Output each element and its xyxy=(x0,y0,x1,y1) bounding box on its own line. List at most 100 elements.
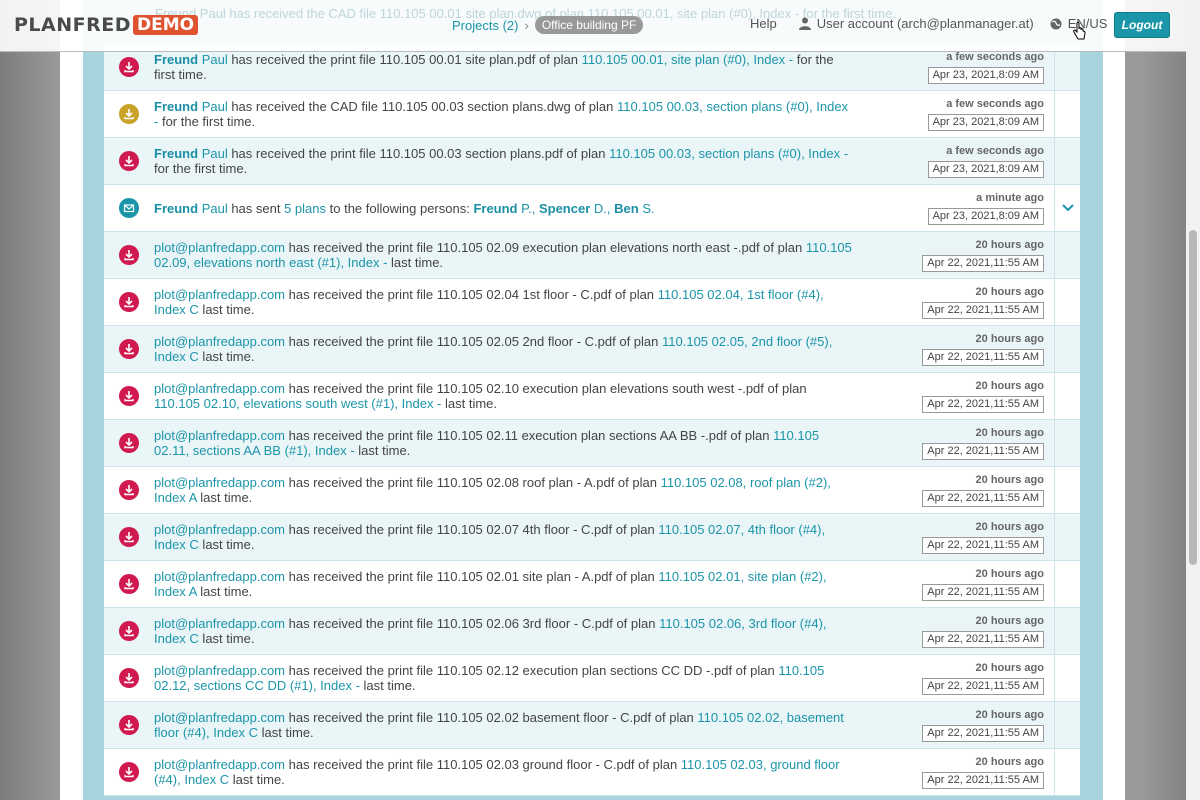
recipient-initial[interactable]: D., xyxy=(594,201,611,216)
row-expander xyxy=(1054,420,1080,466)
row-expander xyxy=(1054,138,1080,184)
activity-icon-cell xyxy=(104,198,154,218)
actor-email-link[interactable]: plot@planfredapp.com xyxy=(154,240,285,255)
help-link[interactable]: Help xyxy=(750,16,777,31)
actor-email-link[interactable]: plot@planfredapp.com xyxy=(154,710,285,725)
activity-suffix: last time. xyxy=(441,396,498,411)
activity-message: Freund Paul has sent 5 plans to the foll… xyxy=(154,201,854,216)
activity-icon-cell xyxy=(104,621,154,641)
row-expander xyxy=(1054,279,1080,325)
breadcrumb-current-project[interactable]: Office building PF xyxy=(534,16,644,34)
actor-first-name[interactable]: Paul xyxy=(202,146,228,161)
hand-cursor-icon xyxy=(1073,22,1086,40)
actor-email-link[interactable]: plot@planfredapp.com xyxy=(154,522,285,537)
recipient-last-name[interactable]: Spencer xyxy=(539,201,590,216)
actor-first-name[interactable]: Paul xyxy=(202,201,228,216)
absolute-date-badge: Apr 23, 2021,8:09 AM xyxy=(927,114,1044,131)
activity-row: plot@planfredapp.com has received the pr… xyxy=(104,279,1080,326)
user-account-link[interactable]: User account (arch@planmanager.at) xyxy=(798,16,1034,31)
actor-last-name[interactable]: Freund xyxy=(154,201,198,216)
activity-text: has received the print file 110.105 02.0… xyxy=(285,334,662,349)
planfred-logo[interactable]: PLANFRED DEMO xyxy=(14,13,199,37)
activity-row: Freund Paul has received the CAD file 11… xyxy=(104,91,1080,138)
logout-button[interactable]: Logout xyxy=(1114,12,1170,38)
activity-message: plot@planfredapp.com has received the pr… xyxy=(154,757,854,787)
activity-message: plot@planfredapp.com has received the pr… xyxy=(154,616,854,646)
actor-email-link[interactable]: plot@planfredapp.com xyxy=(154,663,285,678)
activity-icon-cell xyxy=(104,339,154,359)
actor-email-link[interactable]: plot@planfredapp.com xyxy=(154,334,285,349)
absolute-date-badge: Apr 22, 2021,11:55 AM xyxy=(922,443,1044,460)
activity-icon-cell xyxy=(104,715,154,735)
chevron-down-icon[interactable] xyxy=(1061,201,1074,215)
activity-timestamp: 20 hours ago Apr 22, 2021,11:55 AM xyxy=(914,379,1044,413)
actor-email-link[interactable]: plot@planfredapp.com xyxy=(154,757,285,772)
activity-suffix: for the first time. xyxy=(154,161,248,176)
row-expander[interactable] xyxy=(1054,185,1080,231)
print-download-icon xyxy=(119,715,139,735)
plan-link[interactable]: 110.105 02.10, elevations south west (#1… xyxy=(154,396,441,411)
actor-email-link[interactable]: plot@planfredapp.com xyxy=(154,616,285,631)
actor-email-link[interactable]: plot@planfredapp.com xyxy=(154,428,285,443)
breadcrumb-projects-link[interactable]: Projects (2) xyxy=(452,18,518,33)
actor-email-link[interactable]: plot@planfredapp.com xyxy=(154,287,285,302)
print-download-icon xyxy=(119,480,139,500)
plan-link[interactable]: 110.105 00.01, site plan (#0), Index - xyxy=(582,52,794,67)
activity-row: Freund Paul has sent 5 plans to the foll… xyxy=(104,185,1080,232)
activity-icon-cell xyxy=(104,292,154,312)
user-icon xyxy=(798,17,811,30)
activity-row: plot@planfredapp.com has received the pr… xyxy=(104,608,1080,655)
actor-last-name[interactable]: Freund xyxy=(154,52,198,67)
top-navigation-bar: Freund Paul has received the CAD file 11… xyxy=(0,0,1200,52)
recipient-last-name[interactable]: Freund xyxy=(473,201,517,216)
relative-time: 20 hours ago xyxy=(975,286,1044,298)
relative-time: 20 hours ago xyxy=(975,615,1044,627)
envelope-icon xyxy=(119,198,139,218)
print-download-icon xyxy=(119,621,139,641)
actor-email-link[interactable]: plot@planfredapp.com xyxy=(154,381,285,396)
relative-time: a few seconds ago xyxy=(946,51,1044,63)
actor-first-name[interactable]: Paul xyxy=(202,52,228,67)
activity-message: plot@planfredapp.com has received the pr… xyxy=(154,428,854,458)
activity-text: has received the print file 110.105 02.0… xyxy=(285,522,659,537)
recipient-initial[interactable]: S. xyxy=(642,201,654,216)
breadcrumb: Projects (2) › Office building PF xyxy=(452,16,644,34)
activity-suffix: last time. xyxy=(198,349,255,364)
activity-text: has received the print file 110.105 02.0… xyxy=(285,475,661,490)
plan-link[interactable]: 5 plans xyxy=(284,201,326,216)
absolute-date-badge: Apr 22, 2021,11:55 AM xyxy=(922,302,1044,319)
activity-message: Freund Paul has received the print file … xyxy=(154,52,854,82)
actor-last-name[interactable]: Freund xyxy=(154,99,198,114)
plan-link[interactable]: 110.105 00.03, section plans (#0), Index… xyxy=(609,146,848,161)
activity-suffix: last time. xyxy=(198,537,255,552)
activity-icon-cell xyxy=(104,245,154,265)
actor-email-link[interactable]: plot@planfredapp.com xyxy=(154,475,285,490)
activity-suffix: last time. xyxy=(387,255,444,270)
absolute-date-badge: Apr 22, 2021,11:55 AM xyxy=(922,349,1044,366)
activity-row: plot@planfredapp.com has received the pr… xyxy=(104,561,1080,608)
scrollbar-thumb[interactable] xyxy=(1189,230,1197,565)
activity-icon-cell xyxy=(104,151,154,171)
row-expander xyxy=(1054,514,1080,560)
relative-time: 20 hours ago xyxy=(975,333,1044,345)
actor-email-link[interactable]: plot@planfredapp.com xyxy=(154,569,285,584)
relative-time: 20 hours ago xyxy=(975,380,1044,392)
row-expander xyxy=(1054,232,1080,278)
activity-row: plot@planfredapp.com has received the pr… xyxy=(104,326,1080,373)
actor-last-name[interactable]: Freund xyxy=(154,146,198,161)
relative-time: 20 hours ago xyxy=(975,756,1044,768)
print-download-icon xyxy=(119,386,139,406)
activity-message: plot@planfredapp.com has received the pr… xyxy=(154,381,854,411)
relative-time: 20 hours ago xyxy=(975,568,1044,580)
activity-icon-cell xyxy=(104,433,154,453)
actor-first-name[interactable]: Paul xyxy=(202,99,228,114)
activity-text: has received the print file 110.105 02.1… xyxy=(285,428,774,443)
activity-suffix: last time. xyxy=(196,584,253,599)
activity-text: has received the print file 110.105 02.1… xyxy=(285,381,807,396)
activity-message: plot@planfredapp.com has received the pr… xyxy=(154,569,854,599)
relative-time: 20 hours ago xyxy=(975,709,1044,721)
print-download-icon xyxy=(119,574,139,594)
activity-row: plot@planfredapp.com has received the pr… xyxy=(104,655,1080,702)
recipient-last-name[interactable]: Ben xyxy=(614,201,639,216)
recipient-initial[interactable]: P., xyxy=(521,201,535,216)
